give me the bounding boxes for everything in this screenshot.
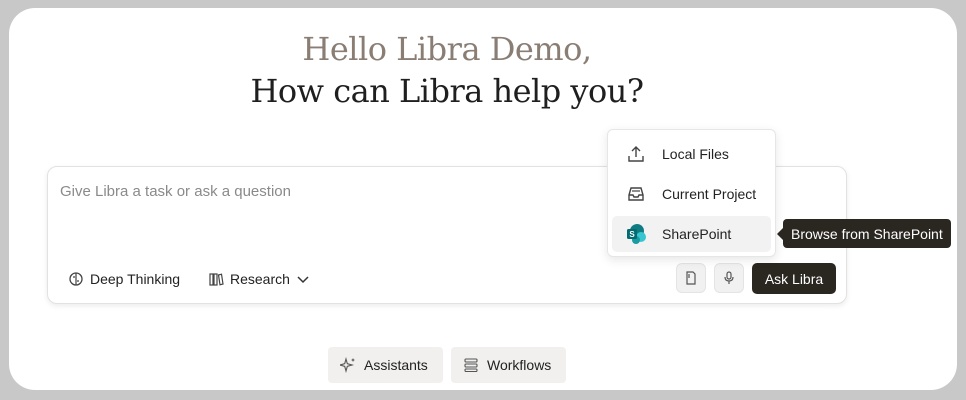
sparkles-icon — [340, 357, 355, 373]
sharepoint-icon: S — [624, 222, 648, 246]
menu-item-sharepoint[interactable]: S SharePoint — [612, 216, 771, 252]
inbox-tray-icon — [624, 182, 648, 206]
menu-item-local-files[interactable]: Local Files — [612, 136, 771, 172]
prompt-input-placeholder[interactable]: Give Libra a task or ask a question — [60, 183, 291, 200]
deep-thinking-label: Deep Thinking — [90, 271, 181, 287]
menu-item-current-project[interactable]: Current Project — [612, 176, 771, 212]
workflows-button[interactable]: Workflows — [451, 347, 566, 383]
deep-thinking-toggle[interactable]: Deep Thinking — [68, 267, 180, 291]
microphone-icon — [724, 271, 734, 284]
sharepoint-tooltip: Browse from SharePoint — [777, 219, 951, 248]
attach-button[interactable] — [676, 263, 706, 293]
chevron-down-icon — [297, 276, 309, 284]
document-icon — [686, 271, 696, 285]
books-icon — [209, 273, 224, 286]
app-window: Hello Libra Demo, How can Libra help you… — [9, 8, 957, 390]
assistants-label: Assistants — [364, 357, 428, 373]
upload-icon — [624, 142, 648, 166]
upload-source-menu: Local Files Current Project S SharePoint — [607, 129, 776, 257]
greeting-line-2: How can Libra help you? — [250, 72, 644, 110]
menu-item-label: Local Files — [662, 146, 729, 162]
menu-item-label: Current Project — [662, 186, 757, 202]
stack-icon — [464, 358, 478, 373]
greeting-line-1: Hello Libra Demo, — [302, 30, 592, 68]
microphone-button[interactable] — [714, 263, 744, 293]
brain-icon — [69, 272, 83, 286]
svg-text:S: S — [629, 230, 635, 239]
workflows-label: Workflows — [487, 357, 552, 373]
menu-item-label: SharePoint — [662, 226, 732, 242]
research-label: Research — [230, 271, 290, 287]
assistants-button[interactable]: Assistants — [328, 347, 443, 383]
ask-libra-button[interactable]: Ask Libra — [752, 263, 836, 294]
research-dropdown[interactable]: Research — [208, 267, 310, 291]
